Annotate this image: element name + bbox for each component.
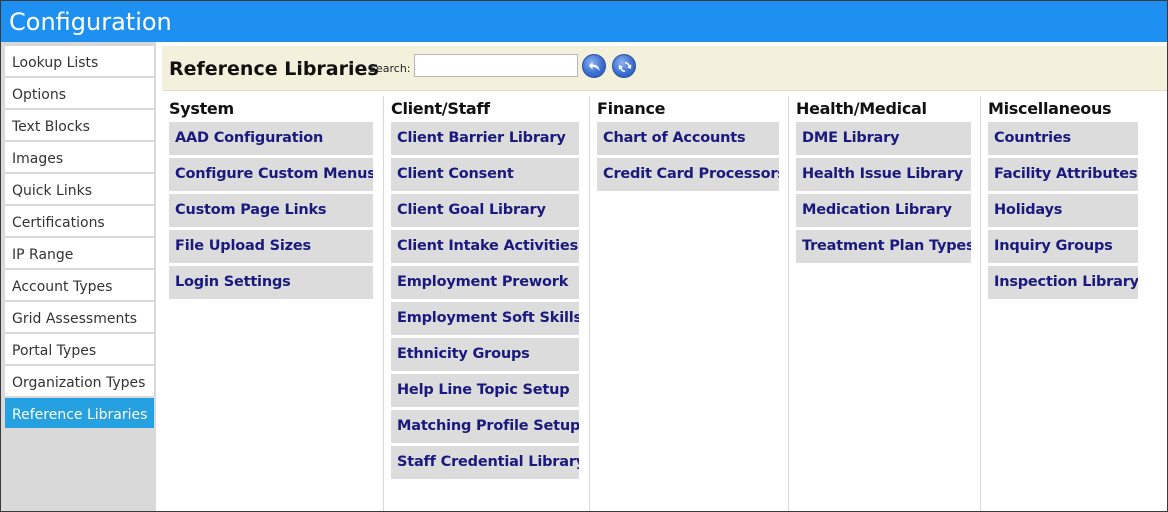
library-link[interactable]: Client Goal Library xyxy=(391,194,579,227)
page-title: Reference Libraries xyxy=(169,58,379,80)
library-link[interactable]: Facility Attributes xyxy=(988,158,1138,191)
library-link[interactable]: Chart of Accounts xyxy=(597,122,779,155)
column-health-medical: Health/Medical DME Library Health Issue … xyxy=(788,96,980,511)
sidebar-item-text-blocks[interactable]: Text Blocks xyxy=(5,110,154,140)
library-link[interactable]: Matching Profile Setup xyxy=(391,410,579,443)
library-link[interactable]: Inspection Library xyxy=(988,266,1138,299)
column-heading: Health/Medical xyxy=(796,99,927,118)
library-link[interactable]: Client Barrier Library xyxy=(391,122,579,155)
library-link[interactable]: DME Library xyxy=(796,122,971,155)
library-link[interactable]: File Upload Sizes xyxy=(169,230,373,263)
library-link[interactable]: Help Line Topic Setup xyxy=(391,374,579,407)
column-heading: System xyxy=(169,99,234,118)
library-link[interactable]: Employment Prework xyxy=(391,266,579,299)
sidebar-item-portal-types[interactable]: Portal Types xyxy=(5,334,154,364)
sidebar-item-ip-range[interactable]: IP Range xyxy=(5,238,154,268)
library-link[interactable]: Inquiry Groups xyxy=(988,230,1138,263)
search-input[interactable] xyxy=(414,54,578,77)
window-title: Configuration xyxy=(1,1,1167,42)
column-heading: Miscellaneous xyxy=(988,99,1112,118)
column-heading: Client/Staff xyxy=(391,99,490,118)
sidebar-item-images[interactable]: Images xyxy=(5,142,154,172)
column-system: System AAD Configuration Configure Custo… xyxy=(162,96,383,511)
library-link[interactable]: Medication Library xyxy=(796,194,971,227)
search-label: Search: xyxy=(369,62,411,75)
library-link[interactable]: Countries xyxy=(988,122,1138,155)
library-link[interactable]: Configure Custom Menus xyxy=(169,158,373,191)
library-link[interactable]: Credit Card Processors xyxy=(597,158,779,191)
library-link[interactable]: Ethnicity Groups xyxy=(391,338,579,371)
library-link[interactable]: AAD Configuration xyxy=(169,122,373,155)
undo-arrow-icon xyxy=(588,62,600,71)
sidebar-item-lookup-lists[interactable]: Lookup Lists xyxy=(5,46,154,76)
column-finance: Finance Chart of Accounts Credit Card Pr… xyxy=(589,96,788,511)
library-link[interactable]: Client Intake Activities xyxy=(391,230,579,263)
column-heading: Finance xyxy=(597,99,666,118)
library-link[interactable]: Holidays xyxy=(988,194,1138,227)
refresh-button[interactable] xyxy=(612,54,636,78)
sidebar-item-organization-types[interactable]: Organization Types xyxy=(5,366,154,396)
library-link[interactable]: Staff Credential Library xyxy=(391,446,579,479)
back-button[interactable] xyxy=(582,54,606,78)
column-miscellaneous: Miscellaneous Countries Facility Attribu… xyxy=(980,96,1167,511)
sidebar-item-grid-assessments[interactable]: Grid Assessments xyxy=(5,302,154,332)
library-link[interactable]: Treatment Plan Types xyxy=(796,230,971,263)
library-link[interactable]: Login Settings xyxy=(169,266,373,299)
app-window: Configuration Lookup Lists Options Text … xyxy=(0,0,1168,512)
library-link[interactable]: Custom Page Links xyxy=(169,194,373,227)
toolbar: Reference Libraries Search: xyxy=(162,46,1167,91)
library-link[interactable]: Employment Soft Skills xyxy=(391,302,579,335)
column-client-staff: Client/Staff Client Barrier Library Clie… xyxy=(383,96,589,511)
library-link[interactable]: Health Issue Library xyxy=(796,158,971,191)
refresh-icon xyxy=(618,62,632,72)
main-content: Reference Libraries Search: System AAD C… xyxy=(162,42,1167,511)
sidebar-item-account-types[interactable]: Account Types xyxy=(5,270,154,300)
sidebar-item-reference-libraries[interactable]: Reference Libraries xyxy=(5,398,154,428)
library-link[interactable]: Client Consent xyxy=(391,158,579,191)
sidebar-item-certifications[interactable]: Certifications xyxy=(5,206,154,236)
sidebar: Lookup Lists Options Text Blocks Images … xyxy=(1,42,156,511)
sidebar-item-quick-links[interactable]: Quick Links xyxy=(5,174,154,204)
sidebar-item-options[interactable]: Options xyxy=(5,78,154,108)
